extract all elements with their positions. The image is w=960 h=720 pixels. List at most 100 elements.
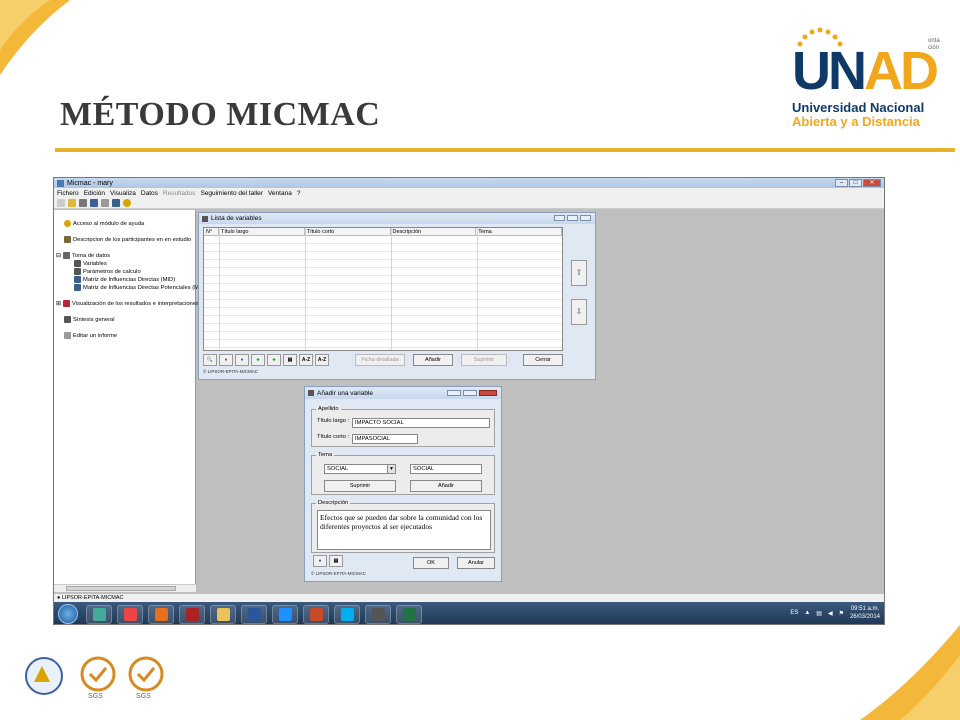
preview-icon[interactable]: 🔍: [203, 354, 217, 366]
volume-icon[interactable]: ◀: [828, 610, 833, 617]
ficha-detallada-button[interactable]: Ficha detallada: [355, 354, 405, 366]
save-icon[interactable]: [90, 199, 98, 207]
titulo-corto-input[interactable]: IMPASOCIAL: [352, 434, 418, 444]
menu-item-edici-n[interactable]: Edición: [84, 190, 105, 197]
status-bar: ● LIPSOR-EPITA-MICMAC: [54, 594, 884, 602]
tema-suprimir-button[interactable]: Suprimir: [324, 480, 396, 492]
help-icon[interactable]: [123, 199, 131, 207]
menu-item-datos[interactable]: Datos: [141, 190, 158, 197]
print-icon[interactable]: ▤: [283, 354, 297, 366]
taskbar-media-player-button[interactable]: [86, 604, 112, 624]
language-indicator[interactable]: ES: [790, 610, 798, 616]
print-icon[interactable]: [79, 199, 87, 207]
column-header[interactable]: Descripción: [391, 228, 477, 235]
close-button[interactable]: [580, 215, 591, 221]
taskbar-ie-button[interactable]: [272, 604, 298, 624]
close-button[interactable]: [479, 390, 497, 396]
descripcion-textarea[interactable]: Efectos que se pueden dar sobre la comun…: [317, 510, 491, 550]
anadir-button[interactable]: Añadir: [413, 354, 453, 366]
column-header[interactable]: Título largo: [219, 228, 305, 235]
minimize-button[interactable]: [554, 215, 565, 221]
tema-text-input[interactable]: SOCIAL: [410, 464, 482, 474]
variables-table[interactable]: N° Título largo Título corto Descripción…: [203, 227, 563, 351]
close-button[interactable]: ✕: [863, 179, 881, 187]
taskbar-folder-button[interactable]: [210, 604, 236, 624]
titulo-largo-label: Título largo :: [317, 418, 350, 424]
menu-item-fichero[interactable]: Fichero: [57, 190, 79, 197]
apellido-legend: Apellido: [316, 406, 341, 412]
minimize-button[interactable]: –: [835, 179, 848, 187]
tree-item-variables[interactable]: Variables: [74, 260, 107, 267]
tree-item-help[interactable]: Acceso al módulo de ayuda: [64, 220, 144, 227]
folder-icon: [216, 607, 230, 621]
taskbar-skype-button[interactable]: [334, 604, 360, 624]
sort-az-button[interactable]: A-Z: [299, 354, 313, 366]
matrix-icon[interactable]: [112, 199, 120, 207]
print-icon[interactable]: ▤: [329, 555, 343, 567]
column-header[interactable]: Tema: [476, 228, 562, 235]
start-button[interactable]: [58, 604, 78, 624]
clock[interactable]: 09:51 a.m. 26/03/2014: [850, 605, 880, 621]
logo-side-text: onta ción: [928, 38, 940, 51]
taskbar-video-button[interactable]: [179, 604, 205, 624]
taskbar-calculator-button[interactable]: [365, 604, 391, 624]
scrollbar-thumb[interactable]: [66, 586, 176, 591]
export-icon[interactable]: ●: [235, 354, 249, 366]
titulo-largo-input[interactable]: IMPACTO SOCIAL: [352, 418, 490, 428]
suprimir-button[interactable]: Suprimir: [461, 354, 507, 366]
network-icon[interactable]: ▤: [816, 610, 822, 617]
cerrar-button[interactable]: Cerrar: [523, 354, 563, 366]
taskbar-chrome-button[interactable]: [117, 604, 143, 624]
ie-icon: [278, 607, 292, 621]
maximize-button[interactable]: [567, 215, 578, 221]
flag-icon[interactable]: ⚑: [839, 610, 844, 617]
ok-button[interactable]: OK: [413, 557, 449, 569]
chevron-down-icon[interactable]: ▼: [387, 465, 395, 473]
menu-item-visualiza[interactable]: Visualiza: [110, 190, 136, 197]
column-header[interactable]: N°: [204, 228, 219, 235]
edit-icon[interactable]: [101, 199, 109, 207]
tree-item-participants[interactable]: Descripcion de los participantes en en e…: [64, 236, 191, 243]
title-underline: [55, 148, 955, 152]
move-down-button[interactable]: ⇩: [571, 299, 587, 325]
tree-item-synthesis[interactable]: Síntesis general: [64, 316, 115, 323]
anular-button[interactable]: Anular: [457, 557, 495, 569]
taskbar-excel-button[interactable]: [396, 604, 422, 624]
menu-item-ventana[interactable]: Ventana: [268, 190, 292, 197]
show-hidden-icons-icon[interactable]: ▲: [804, 610, 810, 616]
skype-icon: [340, 607, 354, 621]
taskbar-powerpoint-button[interactable]: [303, 604, 329, 624]
column-header[interactable]: Título corto: [305, 228, 391, 235]
expand-icon[interactable]: ⊞: [56, 300, 61, 307]
tema-select[interactable]: SOCIAL ▼: [324, 464, 396, 474]
tree-item-data-entry[interactable]: ⊟ Toma de datos: [56, 252, 110, 259]
collapse-icon[interactable]: ⊟: [56, 252, 61, 259]
menu-item-[interactable]: ?: [297, 190, 301, 197]
tree-item-report[interactable]: Editar un informe: [64, 332, 117, 339]
import-icon[interactable]: ●: [313, 555, 327, 567]
tree-item-mid[interactable]: Matriz de Influencias Directas (MID): [74, 276, 175, 283]
import-icon[interactable]: ●: [219, 354, 233, 366]
menu-item-resultados[interactable]: Resultados: [163, 190, 196, 197]
media-player-icon: [92, 607, 106, 621]
move-up-button[interactable]: ⇧: [571, 260, 587, 286]
tree-item-parameters[interactable]: Parámetros de calculo: [74, 268, 141, 275]
matrix-icon: [74, 284, 81, 291]
minimize-button[interactable]: [447, 390, 461, 396]
taskbar-word-button[interactable]: [241, 604, 267, 624]
tree-green-icon[interactable]: ♣: [251, 354, 265, 366]
tree-item-results[interactable]: ⊞ Visualización de los resultados e inter…: [56, 300, 199, 307]
new-icon[interactable]: [57, 199, 65, 207]
tree-horizontal-scrollbar[interactable]: [54, 584, 196, 592]
menu-item-seguimiento-del-taller[interactable]: Seguimiento del taller: [200, 190, 263, 197]
matrix-icon: [74, 276, 81, 283]
table-rows: [204, 236, 562, 350]
tree-green-x-icon[interactable]: ♣: [267, 354, 281, 366]
open-icon[interactable]: [68, 199, 76, 207]
maximize-button[interactable]: [463, 390, 477, 396]
tree-item-midp[interactable]: Matriz de Influencias Directas Potencial…: [74, 284, 199, 291]
sort-az-short-button[interactable]: A-Z: [315, 354, 329, 366]
maximize-button[interactable]: □: [849, 179, 862, 187]
taskbar-firefox-button[interactable]: [148, 604, 174, 624]
tema-anadir-button[interactable]: Añadir: [410, 480, 482, 492]
